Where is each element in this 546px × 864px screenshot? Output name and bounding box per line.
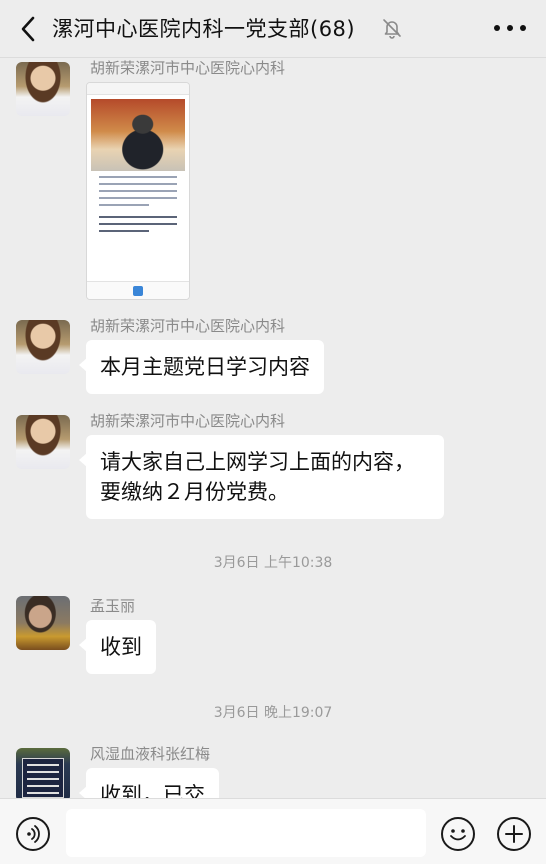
message-line: 请大家自己上网学习上面的内容，	[100, 450, 415, 474]
chevron-left-icon	[21, 16, 35, 42]
message-bubble[interactable]: 收到，已交	[79, 768, 219, 798]
more-dots-icon	[520, 25, 526, 31]
avatar[interactable]	[16, 748, 70, 798]
message-item: 孟玉丽 收到	[0, 596, 546, 686]
message-bubble[interactable]: 本月主题党日学习内容	[79, 340, 324, 394]
message-item: 胡新荣漯河市中心医院心内科 本月主题党日学习内容	[0, 316, 546, 406]
chat-message-list[interactable]: 胡新荣漯河市中心医院心内科 胡新荣漯河市中心医院心内科 本月主题党日学习内容 胡…	[0, 58, 546, 798]
text-line	[99, 216, 177, 218]
back-button[interactable]	[14, 14, 42, 44]
sender-name: 孟玉丽	[90, 597, 136, 615]
chat-title: 漯河中心医院内科一党支部(68)	[52, 17, 356, 41]
message-line: 要缴纳２月份党费。	[100, 480, 289, 504]
message-item: 胡新荣漯河市中心医院心内科	[0, 58, 546, 304]
share-icon	[133, 286, 143, 296]
text-line	[99, 230, 149, 232]
avatar-sign	[22, 758, 64, 798]
input-bar	[0, 798, 546, 864]
plus-icon	[505, 825, 523, 843]
sender-name: 风湿血液科张红梅	[90, 745, 211, 763]
timestamp: 3月6日 晚上19:07	[213, 705, 333, 721]
text-line	[99, 223, 177, 225]
sender-name: 胡新荣漯河市中心医院心内科	[90, 412, 286, 430]
sender-name: 胡新荣漯河市中心医院心内科	[90, 317, 286, 335]
image-message[interactable]	[86, 82, 190, 300]
voice-button[interactable]	[16, 817, 50, 851]
voice-icon	[27, 825, 40, 843]
chat-header: 漯河中心医院内科一党支部(68)	[0, 0, 546, 58]
avatar[interactable]	[16, 415, 70, 469]
message-bubble[interactable]: 收到	[79, 620, 156, 674]
avatar[interactable]	[16, 596, 70, 650]
image-topbar	[87, 83, 189, 95]
sender-name: 胡新荣漯河市中心医院心内科	[90, 59, 286, 77]
avatar[interactable]	[16, 62, 70, 116]
bell-off-icon	[381, 17, 403, 39]
image-bottombar	[87, 281, 189, 299]
text-line	[99, 183, 177, 185]
plus-button[interactable]	[497, 817, 531, 851]
text-line	[99, 176, 177, 178]
message-input[interactable]	[66, 809, 426, 857]
message-item: 风湿血液科张红梅 收到，已交	[0, 744, 546, 798]
more-button[interactable]	[494, 16, 526, 40]
more-dots-icon	[507, 25, 513, 31]
emoji-button[interactable]	[441, 817, 475, 851]
text-line	[99, 197, 177, 199]
avatar[interactable]	[16, 320, 70, 374]
news-photo	[91, 99, 185, 171]
timestamp: 3月6日 上午10:38	[213, 555, 333, 571]
emoji-icon	[450, 829, 466, 841]
more-dots-icon	[494, 25, 500, 31]
message-item: 胡新荣漯河市中心医院心内科 请大家自己上网学习上面的内容， 要缴纳２月份党费。	[0, 411, 546, 541]
text-line	[99, 204, 149, 206]
text-line	[99, 190, 177, 192]
message-bubble[interactable]: 请大家自己上网学习上面的内容， 要缴纳２月份党费。	[79, 435, 444, 519]
